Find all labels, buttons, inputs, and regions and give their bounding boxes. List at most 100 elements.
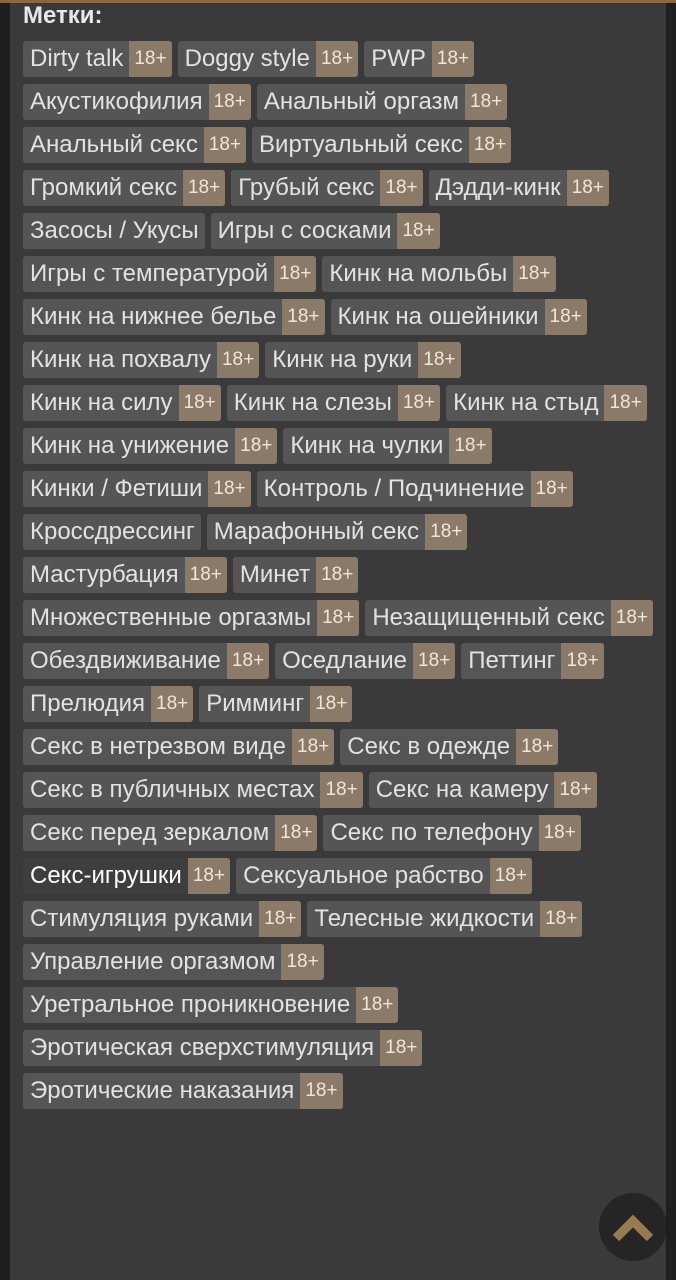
tag-item[interactable]: Секс в одежде 18+ (340, 729, 559, 765)
tag-item[interactable]: Громкий секс 18+ (23, 170, 226, 206)
tag-item[interactable]: Множественные оргазмы 18+ (23, 600, 360, 636)
tag-item[interactable]: Кинк на силу 18+ (23, 385, 221, 421)
tag-label: Засосы / Укусы (30, 217, 199, 244)
age-rating-badge: 18+ (431, 41, 475, 77)
tag-label: Doggy style (184, 45, 310, 72)
tag-label: Громкий секс (30, 174, 177, 201)
age-rating-badge: 18+ (129, 41, 172, 77)
age-rating-badge: 18+ (513, 256, 556, 292)
tag-item[interactable]: Мастурбация 18+ (23, 557, 227, 593)
tag-label: Виртуальный секс (259, 131, 463, 158)
tag-label: Прелюдия (30, 690, 146, 717)
tag-item[interactable]: Секс на камеру 18+ (368, 772, 597, 808)
tag-label: Секс перед зеркалом (30, 819, 270, 846)
age-rating-badge: 18+ (235, 428, 278, 464)
scroll-to-top-button[interactable] (599, 1193, 667, 1261)
age-rating-badge: 18+ (281, 944, 324, 980)
left-edge (0, 0, 10, 1280)
tag-label: Римминг (206, 690, 305, 717)
tag-item[interactable]: Секс по телефону 18+ (323, 815, 581, 851)
tag-label: Секс-игрушки (23, 858, 188, 894)
tag-item[interactable]: Эротическая сверхстимуляция 18+ (23, 1030, 423, 1066)
tag-label: Оседлание (282, 647, 407, 674)
tag-item[interactable]: PWP 18+ (364, 41, 475, 77)
tag-item[interactable]: Управление оргазмом 18+ (23, 944, 324, 980)
age-rating-badge: 18+ (468, 127, 512, 163)
tag-label: Кинк на слезы (233, 389, 392, 416)
tag-item[interactable]: Контроль / Подчинение 18+ (256, 471, 573, 507)
age-rating-badge: 18+ (449, 428, 492, 464)
age-rating-badge: 18+ (561, 643, 604, 679)
tag-label: Dirty talk (30, 45, 124, 72)
tag-label: Незащищенный секс (372, 604, 605, 631)
tag-item[interactable]: Кроссдрессинг (23, 514, 201, 550)
age-rating-badge: 18+ (315, 41, 359, 77)
age-rating-badge: 18+ (320, 772, 363, 808)
age-rating-badge: 18+ (300, 1073, 343, 1109)
tag-item[interactable]: Виртуальный секс 18+ (252, 127, 512, 163)
tag-item[interactable]: Петтинг 18+ (461, 643, 604, 679)
tag-item[interactable]: Кинки / Фетиши 18+ (23, 471, 251, 507)
age-rating-badge: 18+ (316, 557, 359, 593)
tag-item[interactable]: Сексуальное рабство 18+ (236, 858, 532, 894)
tag-item[interactable]: Анальный оргазм 18+ (256, 84, 508, 120)
tag-item[interactable]: Кинк на слезы 18+ (226, 385, 441, 421)
tag-label: Множественные оргазмы (30, 604, 312, 631)
tag-item[interactable]: Кинк на похвалу 18+ (23, 342, 260, 378)
tag-item[interactable]: Кинк на чулки 18+ (283, 428, 492, 464)
tag-item[interactable]: Эротические наказания 18+ (23, 1073, 343, 1109)
tag-item[interactable]: Анальный секс 18+ (23, 127, 247, 163)
age-rating-badge: 18+ (274, 256, 317, 292)
age-rating-badge: 18+ (418, 342, 461, 378)
age-rating-badge: 18+ (489, 858, 532, 894)
tag-label: Кинк на стыд (453, 389, 599, 416)
tag-item[interactable]: Марафонный секс 18+ (206, 514, 468, 550)
age-rating-badge: 18+ (538, 815, 581, 851)
tag-label: Телесные жидкости (314, 905, 535, 932)
age-rating-badge: 18+ (356, 987, 399, 1023)
tag-item[interactable]: Незащищенный секс 18+ (365, 600, 653, 636)
tag-item[interactable]: Грубый секс 18+ (231, 170, 423, 206)
tag-item[interactable]: Прелюдия 18+ (23, 686, 194, 722)
tag-item[interactable]: Кинк на стыд 18+ (446, 385, 647, 421)
tag-label: Секс по телефону (330, 819, 533, 846)
tag-item[interactable]: Секс перед зеркалом 18+ (23, 815, 318, 851)
tag-item[interactable]: Засосы / Укусы (23, 213, 205, 249)
age-rating-badge: 18+ (380, 1030, 423, 1066)
tag-label: Мастурбация (30, 561, 179, 588)
tag-label: Обездвиживание (30, 647, 221, 674)
age-rating-badge: 18+ (465, 84, 508, 120)
tag-item[interactable]: Обездвиживание 18+ (23, 643, 270, 679)
age-rating-badge: 18+ (540, 901, 583, 937)
tag-item[interactable]: Уретральное проникновение 18+ (23, 987, 399, 1023)
age-rating-badge: 18+ (226, 643, 270, 679)
tag-item[interactable]: Минет 18+ (232, 557, 359, 593)
tag-item[interactable]: Телесные жидкости 18+ (307, 901, 583, 937)
age-rating-badge: 18+ (397, 385, 441, 421)
tag-label: Управление оргазмом (30, 948, 276, 975)
age-rating-badge: 18+ (275, 815, 318, 851)
tag-item[interactable]: Игры с сосками 18+ (210, 213, 440, 249)
tag-item[interactable]: Акустикофилия 18+ (23, 84, 251, 120)
tag-item[interactable]: Doggy style 18+ (177, 41, 359, 77)
tag-item[interactable]: Кинк на нижнее белье 18+ (23, 299, 325, 335)
tag-item[interactable]: Кинк на унижение 18+ (23, 428, 278, 464)
tag-item[interactable]: Кинк на мольбы 18+ (322, 256, 556, 292)
tag-item[interactable]: Кинк на ошейники 18+ (330, 299, 587, 335)
tag-list: Dirty talk 18+ Doggy style 18+ PWP 18+ Акустик… (23, 41, 653, 1109)
tag-item[interactable]: Дэдди-кинк 18+ (428, 170, 609, 206)
tag-label: Дэдди-кинк (435, 174, 561, 201)
tag-label: Кинк на нижнее белье (30, 303, 277, 330)
tag-item[interactable]: Секс в публичных местах 18+ (23, 772, 363, 808)
tag-item[interactable]: Стимуляция руками 18+ (23, 901, 302, 937)
tag-item[interactable]: Римминг 18+ (199, 686, 353, 722)
tag-label: Кинк на мольбы (329, 260, 508, 287)
tag-item[interactable]: Оседлание 18+ (275, 643, 456, 679)
tag-label: Кинк на унижение (30, 432, 230, 459)
tag-item[interactable]: Секс в нетрезвом виде 18+ (23, 729, 335, 765)
tag-item[interactable]: Секс-игрушки 18+ (23, 858, 231, 894)
tag-item[interactable]: Игры с температурой 18+ (23, 256, 317, 292)
tag-item[interactable]: Dirty talk 18+ (23, 41, 172, 77)
chevron-up-icon (612, 1214, 654, 1242)
tag-item[interactable]: Кинк на руки 18+ (265, 342, 461, 378)
